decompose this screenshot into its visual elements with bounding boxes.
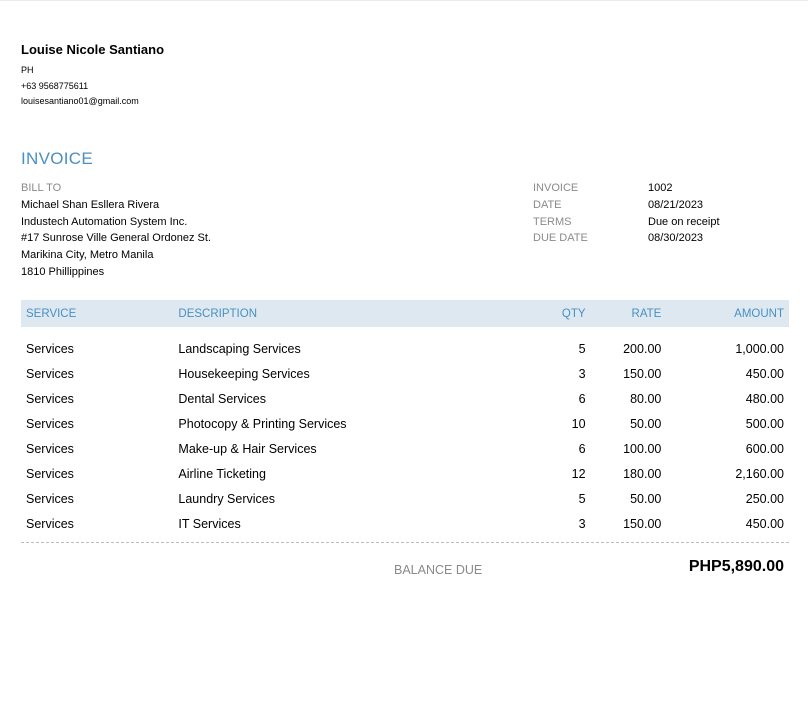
table-row: Services Dental Services 6 80.00 480.00 <box>21 386 789 411</box>
cell-service: Services <box>26 416 74 431</box>
cell-service: Services <box>26 466 74 481</box>
cell-description: Photocopy & Printing Services <box>178 416 347 431</box>
cell-amount: 2,160.00 <box>735 466 784 481</box>
company-name: Louise Nicole Santiano <box>21 42 165 57</box>
totals-divider <box>21 542 789 543</box>
table-row: Services Landscaping Services 5 200.00 1… <box>21 327 789 361</box>
cell-service: Services <box>26 366 74 381</box>
table-row: Services Make-up & Hair Services 6 100.0… <box>21 436 789 461</box>
cell-rate: 150.00 <box>623 366 662 381</box>
cell-description: Make-up & Hair Services <box>178 441 317 456</box>
table-row: Services IT Services 3 150.00 450.00 <box>21 511 789 536</box>
bill-to-block: BILL TO Michael Shan Esllera Rivera Indu… <box>21 180 211 281</box>
cell-rate: 50.00 <box>630 416 662 431</box>
table-row: Services Housekeeping Services 3 150.00 … <box>21 361 789 386</box>
cell-rate: 150.00 <box>623 516 662 531</box>
cell-description: Laundry Services <box>178 491 275 506</box>
meta-label: DUE DATE <box>533 232 588 245</box>
cell-qty: 6 <box>578 441 586 456</box>
cell-rate: 100.00 <box>623 441 662 456</box>
cell-amount: 450.00 <box>745 366 784 381</box>
cell-rate: 180.00 <box>623 466 662 481</box>
meta-row-invoice: INVOICE 1002 <box>533 180 720 197</box>
cell-rate: 200.00 <box>623 341 662 356</box>
meta-value: 08/30/2023 <box>648 232 704 245</box>
header-amount: AMOUNT <box>734 307 784 320</box>
line-items-table: SERVICE DESCRIPTION QTY RATE AMOUNT Serv… <box>21 300 789 536</box>
cell-amount: 450.00 <box>745 516 784 531</box>
cell-qty: 5 <box>578 341 586 356</box>
bill-to-name: Michael Shan Esllera Rivera <box>21 198 160 211</box>
cell-qty: 6 <box>578 391 586 406</box>
cell-rate: 80.00 <box>630 391 662 406</box>
meta-row-date: DATE 08/21/2023 <box>533 197 720 214</box>
cell-description: Housekeeping Services <box>178 366 310 381</box>
cell-qty: 12 <box>571 466 586 481</box>
bill-to-company: Industech Automation System Inc. <box>21 215 188 228</box>
balance-due-label: BALANCE DUE <box>394 563 483 577</box>
cell-amount: 500.00 <box>745 416 784 431</box>
company-country: PH <box>21 65 34 75</box>
cell-amount: 1,000.00 <box>735 341 784 356</box>
meta-label: TERMS <box>533 215 572 228</box>
cell-service: Services <box>26 391 74 406</box>
company-phone: +63 9568775611 <box>21 80 89 91</box>
cell-qty: 3 <box>578 366 586 381</box>
table-row: Services Laundry Services 5 50.00 250.00 <box>21 486 789 511</box>
cell-qty: 5 <box>578 491 586 506</box>
table-row: Services Photocopy & Printing Services 1… <box>21 411 789 436</box>
meta-row-due-date: DUE DATE 08/30/2023 <box>533 230 720 247</box>
invoice-meta: INVOICE 1002 DATE 08/21/2023 TERMS Due o… <box>533 180 720 247</box>
cell-rate: 50.00 <box>630 491 662 506</box>
cell-amount: 600.00 <box>745 441 784 456</box>
meta-value: 08/21/2023 <box>648 198 704 211</box>
meta-row-terms: TERMS Due on receipt <box>533 214 720 231</box>
meta-label: DATE <box>533 198 562 211</box>
bill-to-postal: 1810 Phillippines <box>21 265 105 278</box>
meta-label: INVOICE <box>533 182 579 194</box>
meta-value: Due on receipt <box>648 215 720 228</box>
cell-amount: 480.00 <box>745 391 784 406</box>
bill-to-street: #17 Sunrose Ville General Ordonez St. <box>21 232 211 245</box>
cell-description: Dental Services <box>178 391 266 406</box>
header-qty: QTY <box>561 307 586 320</box>
company-info: PH +63 9568775611 louisesantiano01@gmail… <box>21 63 139 110</box>
cell-description: Airline Ticketing <box>178 466 266 481</box>
header-service: SERVICE <box>26 307 77 320</box>
cell-description: Landscaping Services <box>178 341 301 356</box>
cell-service: Services <box>26 341 74 356</box>
invoice-title: INVOICE <box>21 149 94 168</box>
bill-to-label: BILL TO <box>21 182 62 194</box>
header-rate: RATE <box>631 307 662 320</box>
cell-service: Services <box>26 491 74 506</box>
cell-amount: 250.00 <box>745 491 784 506</box>
cell-description: IT Services <box>178 516 241 531</box>
company-email: louisesantiano01@gmail.com <box>21 96 139 106</box>
bill-to-city: Marikina City, Metro Manila <box>21 249 154 262</box>
cell-service: Services <box>26 441 74 456</box>
cell-qty: 10 <box>571 416 586 431</box>
cell-qty: 3 <box>578 516 586 531</box>
table-row: Services Airline Ticketing 12 180.00 2,1… <box>21 461 789 486</box>
top-border <box>0 0 808 1</box>
header-description: DESCRIPTION <box>178 307 257 320</box>
meta-value: 1002 <box>648 182 673 194</box>
table-header-row: SERVICE DESCRIPTION QTY RATE AMOUNT <box>21 300 789 327</box>
balance-due-amount: PHP5,890.00 <box>688 558 784 575</box>
cell-service: Services <box>26 516 74 531</box>
